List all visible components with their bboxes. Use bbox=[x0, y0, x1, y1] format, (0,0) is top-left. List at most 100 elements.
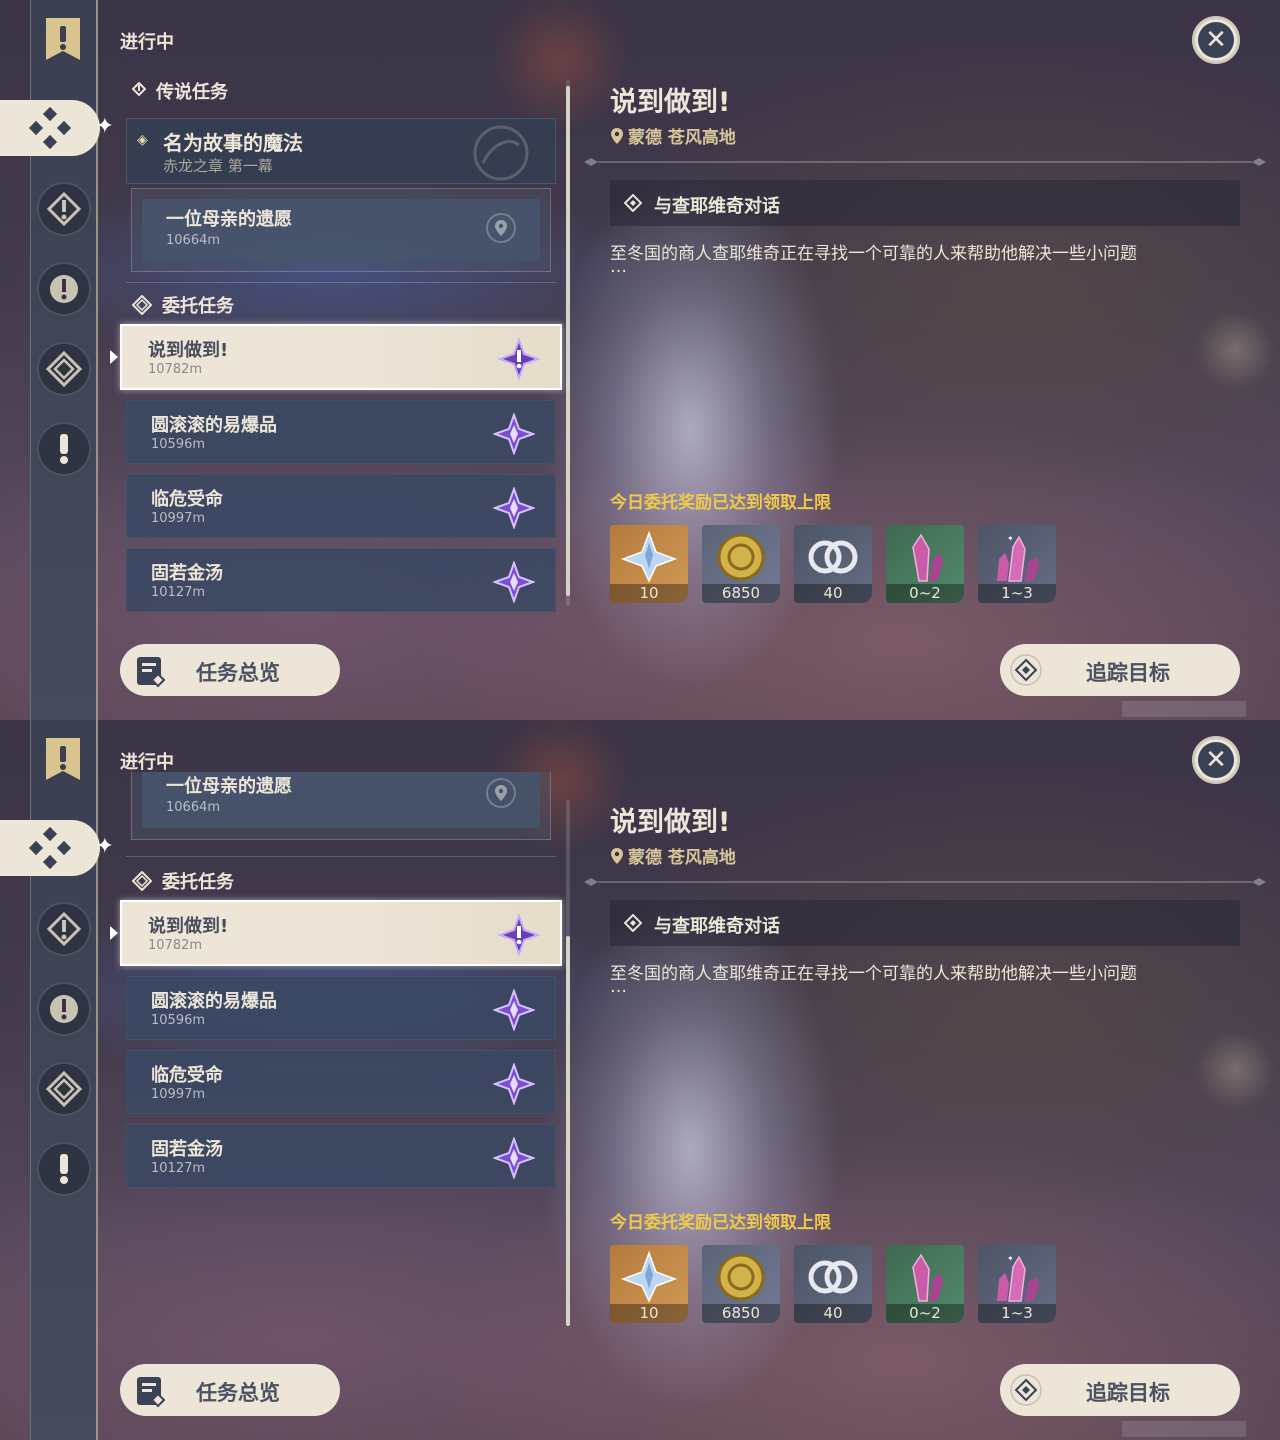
title-divider bbox=[584, 158, 1266, 166]
quest-book-icon bbox=[137, 657, 166, 688]
subquest-item[interactable]: 一位母亲的遗愿 10664m bbox=[142, 199, 540, 261]
commission-star-icon bbox=[498, 914, 540, 956]
reward-crystal-chunk[interactable]: 0~2 bbox=[886, 525, 964, 603]
title-divider bbox=[584, 878, 1266, 886]
reward-limit-note: 今日委托奖励已达到领取上限 bbox=[610, 1213, 831, 1233]
reward-friendship[interactable]: 40 bbox=[794, 1245, 872, 1323]
quest-list-scrollbar[interactable] bbox=[566, 80, 570, 606]
close-button[interactable]: ✕ bbox=[1192, 736, 1240, 784]
quest-overview-button[interactable]: 任务总览 bbox=[120, 644, 340, 696]
reward-qty: 1~3 bbox=[978, 1304, 1056, 1323]
reward-crystal-cluster[interactable]: ✦ 1~3 bbox=[978, 525, 1056, 603]
section-divider bbox=[126, 282, 556, 283]
legend-quest-title: 名为故事的魔法 bbox=[163, 131, 303, 155]
track-label: 追踪目标 bbox=[1086, 661, 1170, 685]
reward-friendship[interactable]: 40 bbox=[794, 525, 872, 603]
in-progress-heading: 进行中 bbox=[120, 32, 174, 53]
quest-banner-icon[interactable] bbox=[44, 16, 82, 62]
commission-star-icon bbox=[498, 338, 540, 380]
quest-item[interactable]: 圆滚滚的易爆品 10596m bbox=[126, 400, 556, 464]
quest-distance: 10997m bbox=[151, 511, 206, 526]
tab-world-quests[interactable] bbox=[37, 422, 91, 476]
primogem-icon bbox=[620, 1251, 678, 1303]
legend-quest-item[interactable]: ◈ 名为故事的魔法 赤龙之章 第一幕 bbox=[126, 118, 556, 184]
tab-commissions[interactable] bbox=[37, 342, 91, 396]
selected-arrow-icon bbox=[110, 926, 118, 940]
subquest-title: 一位母亲的遗愿 bbox=[166, 209, 292, 230]
location-pin-icon bbox=[611, 847, 623, 864]
close-icon: ✕ bbox=[1198, 742, 1234, 778]
map-pin-icon[interactable] bbox=[486, 213, 516, 243]
quest-title: 说到做到! bbox=[148, 916, 229, 937]
legend-quest-icon bbox=[132, 82, 146, 97]
reward-primogem[interactable]: 10 bbox=[610, 525, 688, 603]
quest-distance: 10596m bbox=[151, 1013, 206, 1028]
close-button[interactable]: ✕ bbox=[1192, 16, 1240, 64]
corner-tab bbox=[1122, 701, 1246, 717]
quest-distance: 10782m bbox=[148, 938, 203, 953]
tab-archon-quests[interactable] bbox=[37, 902, 91, 956]
reward-crystal-chunk[interactable]: 0~2 bbox=[886, 1245, 964, 1323]
subquest-distance: 10664m bbox=[166, 233, 221, 248]
quest-banner-icon[interactable] bbox=[44, 736, 82, 782]
quest-list-scrollbar[interactable] bbox=[566, 800, 570, 1326]
tab-story-quests[interactable] bbox=[37, 982, 91, 1036]
tab-world-quests[interactable] bbox=[37, 1142, 91, 1196]
quest-item[interactable]: 临危受命 10997m bbox=[126, 1050, 556, 1114]
selected-spark-icon: ✦ bbox=[95, 114, 114, 139]
location-text: 蒙德 苍风高地 bbox=[628, 848, 736, 868]
crystal-chunk-icon bbox=[912, 533, 943, 582]
quest-distance: 10596m bbox=[151, 437, 206, 452]
quest-item[interactable]: 临危受命 10997m bbox=[126, 474, 556, 538]
all-quests-icon bbox=[28, 106, 72, 150]
track-diamond-icon bbox=[1010, 654, 1042, 686]
objective-text: 与查耶维奇对话 bbox=[654, 916, 780, 937]
tab-commissions[interactable] bbox=[37, 1062, 91, 1116]
map-pin-icon[interactable] bbox=[486, 778, 516, 808]
legend-diamond-icon: ◈ bbox=[137, 132, 148, 148]
legend-quests-section: 传说任务 bbox=[132, 78, 228, 104]
commission-star-icon bbox=[493, 1137, 535, 1179]
reward-qty: 10 bbox=[610, 1304, 688, 1323]
story-quest-icon bbox=[50, 275, 78, 303]
reward-limit-note: 今日委托奖励已达到领取上限 bbox=[610, 493, 831, 513]
quest-item-selected[interactable]: 说到做到! 10782m bbox=[110, 324, 562, 390]
scrollbar-thumb[interactable] bbox=[566, 86, 570, 596]
selected-arrow-icon bbox=[110, 350, 118, 364]
tab-archon-quests[interactable] bbox=[37, 182, 91, 236]
world-quest-icon bbox=[60, 434, 68, 464]
commission-label: 委托任务 bbox=[162, 296, 234, 317]
reward-primogem[interactable]: 10 bbox=[610, 1245, 688, 1323]
quest-overview-button[interactable]: 任务总览 bbox=[120, 1364, 340, 1416]
scrollbar-thumb[interactable] bbox=[566, 936, 570, 1326]
reward-mora[interactable]: 6850 bbox=[702, 525, 780, 603]
quest-distance: 10782m bbox=[148, 362, 203, 377]
tab-story-quests[interactable] bbox=[37, 262, 91, 316]
quest-title: 临危受命 bbox=[151, 489, 223, 510]
quest-book-icon bbox=[137, 1377, 166, 1408]
quest-item[interactable]: 固若金汤 10127m bbox=[126, 548, 556, 612]
quest-item[interactable]: 圆滚滚的易爆品 10596m bbox=[126, 976, 556, 1040]
reward-mora[interactable]: 6850 bbox=[702, 1245, 780, 1323]
quest-distance: 10127m bbox=[151, 585, 206, 600]
reward-qty: 6850 bbox=[702, 1304, 780, 1323]
reward-qty: 10 bbox=[610, 584, 688, 603]
crystal-cluster-icon: ✦ bbox=[997, 534, 1039, 582]
corner-tab bbox=[1122, 1421, 1246, 1437]
track-target-button[interactable]: 追踪目标 bbox=[1000, 1364, 1240, 1416]
story-quest-icon bbox=[50, 995, 78, 1023]
reward-crystal-cluster[interactable]: ✦ 1~3 bbox=[978, 1245, 1056, 1323]
commission-icon bbox=[46, 1071, 82, 1107]
all-quests-icon bbox=[28, 826, 72, 870]
commission-star-icon bbox=[493, 989, 535, 1031]
tab-all-quests[interactable]: ✦ bbox=[0, 820, 114, 876]
quest-screen-2: ✦ 进行中 一位母亲的遗愿 10664m 委托任务 说到做到! 10782m 圆… bbox=[0, 720, 1280, 1440]
quest-item[interactable]: 固若金汤 10127m bbox=[126, 1124, 556, 1188]
commission-section: 委托任务 bbox=[132, 868, 234, 894]
quest-item-selected[interactable]: 说到做到! 10782m bbox=[110, 900, 562, 966]
subquest-item[interactable]: 一位母亲的遗愿 10664m bbox=[142, 772, 540, 828]
detail-title: 说到做到! bbox=[610, 807, 731, 838]
quest-description: 至冬国的商人查耶维奇正在寻找一个可靠的人来帮助他解决一些小问题 … bbox=[610, 242, 1250, 276]
tab-all-quests[interactable]: ✦ bbox=[0, 100, 114, 156]
track-target-button[interactable]: 追踪目标 bbox=[1000, 644, 1240, 696]
